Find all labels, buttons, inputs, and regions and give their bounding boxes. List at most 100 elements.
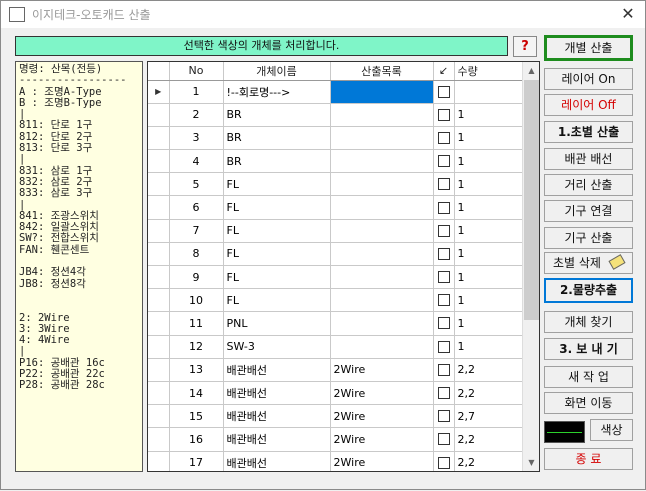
individual-calc-button[interactable]: 개별 산출 <box>544 35 633 61</box>
row-name[interactable]: BR <box>223 103 331 127</box>
row-name[interactable]: FL <box>223 242 331 267</box>
row-checkbox[interactable] <box>433 195 455 220</box>
layer-on-button[interactable]: 레이어 On <box>544 68 633 90</box>
row-item[interactable] <box>330 288 434 313</box>
checkbox[interactable] <box>437 294 450 307</box>
row-checkbox[interactable] <box>433 103 455 127</box>
table-row[interactable]: ▶ 1 !--회로명---> <box>148 80 524 104</box>
row-name[interactable]: BR <box>223 126 331 151</box>
step1-calc-button[interactable]: 1.초별 산출 <box>544 121 633 143</box>
header-name[interactable]: 개체이름 <box>223 62 331 81</box>
row-item[interactable] <box>330 80 434 104</box>
checkbox[interactable] <box>437 201 450 214</box>
color-button[interactable]: 색상 <box>590 419 633 441</box>
row-qty[interactable]: 1 <box>454 288 524 313</box>
row-qty[interactable]: 2,2 <box>454 427 524 452</box>
row-item[interactable] <box>330 126 434 151</box>
row-name[interactable]: !--회로명---> <box>223 80 331 104</box>
checkbox[interactable] <box>437 363 450 376</box>
row-checkbox[interactable] <box>433 265 455 290</box>
distance-calc-button[interactable]: 거리 산출 <box>544 174 633 196</box>
step-delete-button[interactable]: 초별 삭제 <box>544 252 633 274</box>
row-item[interactable]: 2Wire <box>330 427 434 452</box>
row-selector[interactable] <box>148 103 170 127</box>
row-qty[interactable]: 1 <box>454 172 524 197</box>
row-selector[interactable] <box>148 311 170 336</box>
row-checkbox[interactable] <box>433 242 455 267</box>
exit-button[interactable]: 종 료 <box>544 448 633 470</box>
table-row[interactable]: 7 FL 1 <box>148 219 524 243</box>
row-checkbox[interactable] <box>433 172 455 197</box>
row-name[interactable]: BR <box>223 149 331 174</box>
row-qty[interactable]: 1 <box>454 265 524 290</box>
scroll-up-icon[interactable]: ▲ <box>523 62 539 79</box>
table-row[interactable]: 16 배관배선 2Wire 2,2 <box>148 427 524 452</box>
row-name[interactable]: SW-3 <box>223 335 331 359</box>
row-checkbox[interactable] <box>433 219 455 243</box>
checkbox[interactable] <box>437 456 450 469</box>
row-selector[interactable] <box>148 358 170 382</box>
checkbox[interactable] <box>437 224 450 237</box>
row-selector[interactable] <box>148 381 170 406</box>
checkbox[interactable] <box>437 155 450 168</box>
row-item[interactable]: 2Wire <box>330 381 434 406</box>
row-name[interactable]: 배관배선 <box>223 404 331 429</box>
row-qty[interactable]: 1 <box>454 103 524 127</box>
row-qty[interactable]: 1 <box>454 335 524 359</box>
table-row[interactable]: 15 배관배선 2Wire 2,7 <box>148 404 524 429</box>
row-item[interactable] <box>330 335 434 359</box>
row-qty[interactable]: 1 <box>454 126 524 151</box>
move-screen-button[interactable]: 화면 이동 <box>544 392 633 414</box>
table-row[interactable]: 11 PNL 1 <box>148 311 524 336</box>
row-name[interactable]: 배관배선 <box>223 451 331 471</box>
row-name[interactable]: FL <box>223 195 331 220</box>
row-checkbox[interactable] <box>433 311 455 336</box>
table-row[interactable]: 10 FL 1 <box>148 288 524 313</box>
row-item[interactable] <box>330 242 434 267</box>
checkbox[interactable] <box>437 131 450 144</box>
checkbox[interactable] <box>437 387 450 400</box>
row-checkbox[interactable] <box>433 288 455 313</box>
checkbox[interactable] <box>437 108 450 121</box>
row-qty[interactable]: 2,2 <box>454 381 524 406</box>
pipe-wire-button[interactable]: 배관 배선 <box>544 148 633 170</box>
row-item[interactable] <box>330 311 434 336</box>
row-selector[interactable]: ▶ <box>148 80 170 104</box>
table-row[interactable]: 4 BR 1 <box>148 149 524 174</box>
row-name[interactable]: FL <box>223 172 331 197</box>
row-qty[interactable] <box>454 80 524 104</box>
checkbox[interactable] <box>437 433 450 446</box>
table-row[interactable]: 12 SW-3 1 <box>148 335 524 359</box>
scroll-thumb[interactable] <box>524 80 539 320</box>
row-checkbox[interactable] <box>433 149 455 174</box>
header-item[interactable]: 산출목록 <box>330 62 434 81</box>
fixture-calc-button[interactable]: 기구 산출 <box>544 227 633 249</box>
row-item[interactable] <box>330 172 434 197</box>
table-row[interactable]: 5 FL 1 <box>148 172 524 197</box>
checkbox[interactable] <box>437 85 450 98</box>
row-item[interactable] <box>330 195 434 220</box>
step2-extract-button[interactable]: 2.물량추출 <box>544 278 633 303</box>
row-checkbox[interactable] <box>433 80 455 104</box>
row-name[interactable]: FL <box>223 265 331 290</box>
row-checkbox[interactable] <box>433 126 455 151</box>
row-item[interactable] <box>330 219 434 243</box>
row-selector[interactable] <box>148 427 170 452</box>
row-selector[interactable] <box>148 404 170 429</box>
row-name[interactable]: PNL <box>223 311 331 336</box>
header-qty[interactable]: 수량 <box>454 62 524 81</box>
row-checkbox[interactable] <box>433 381 455 406</box>
row-selector[interactable] <box>148 288 170 313</box>
table-row[interactable]: 6 FL 1 <box>148 195 524 220</box>
new-job-button[interactable]: 새 작 업 <box>544 366 633 388</box>
row-selector[interactable] <box>148 335 170 359</box>
row-qty[interactable]: 2,2 <box>454 358 524 382</box>
row-item[interactable]: 2Wire <box>330 358 434 382</box>
row-selector[interactable] <box>148 149 170 174</box>
row-qty[interactable]: 1 <box>454 311 524 336</box>
vertical-scrollbar[interactable]: ▲ ▼ <box>522 62 539 471</box>
row-selector[interactable] <box>148 242 170 267</box>
row-qty[interactable]: 1 <box>454 195 524 220</box>
row-selector[interactable] <box>148 172 170 197</box>
table-row[interactable]: 14 배관배선 2Wire 2,2 <box>148 381 524 406</box>
